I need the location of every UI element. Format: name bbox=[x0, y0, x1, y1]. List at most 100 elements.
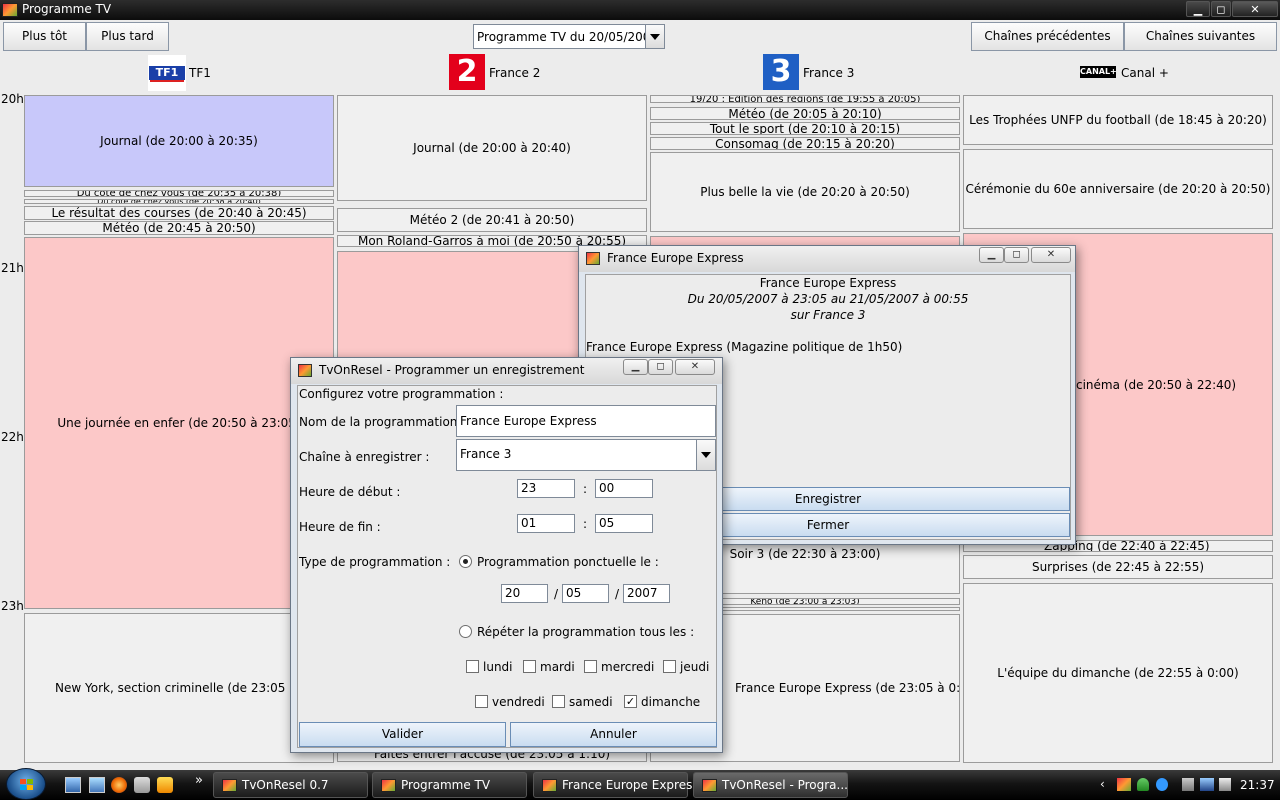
network-globe-icon[interactable] bbox=[1156, 778, 1168, 791]
start-minute-input[interactable]: 00 bbox=[595, 479, 653, 498]
minimize-button[interactable]: ▁ bbox=[979, 247, 1004, 263]
network-icon[interactable] bbox=[1200, 778, 1214, 791]
once-radio[interactable] bbox=[459, 555, 472, 568]
time-separator: : bbox=[583, 517, 588, 531]
minimize-button[interactable]: ▁ bbox=[1186, 1, 1210, 17]
app-icon bbox=[2, 3, 18, 17]
programme-cell[interactable]: Cérémonie du 60e anniversaire (de 20:20 … bbox=[963, 149, 1273, 229]
cancel-button[interactable]: Annuler bbox=[510, 722, 717, 747]
maximize-button[interactable]: ◻ bbox=[648, 359, 673, 375]
programme-cell[interactable]: Plus belle la vie (de 20:20 à 20:50) bbox=[650, 152, 960, 232]
programme-cell[interactable]: Météo (de 20:45 à 20:50) bbox=[24, 221, 334, 235]
validate-button[interactable]: Valider bbox=[299, 722, 506, 747]
mail-icon[interactable] bbox=[134, 777, 150, 793]
next-channels-button[interactable]: Chaînes suivantes bbox=[1124, 22, 1277, 51]
taskbar-item-label: Programme TV bbox=[401, 778, 491, 792]
quicklaunch-more-icon[interactable]: » bbox=[195, 773, 203, 788]
windows-logo-icon-part bbox=[27, 785, 33, 790]
taskbar-item[interactable]: TvOnResel 0.7 bbox=[213, 772, 368, 798]
tray-app-icon[interactable] bbox=[1117, 778, 1131, 791]
app-icon bbox=[702, 779, 717, 792]
tray-expand-icon[interactable]: ‹ bbox=[1100, 777, 1105, 791]
programme-cell[interactable]: Météo (de 20:05 à 20:10) bbox=[650, 107, 960, 120]
device-icon[interactable] bbox=[1182, 778, 1194, 791]
end-hour-input[interactable]: 01 bbox=[517, 514, 575, 533]
tuesday-label: mardi bbox=[540, 660, 575, 674]
programme-cell[interactable]: New York, section criminelle (de 23:05 à… bbox=[24, 613, 334, 763]
programme-cell[interactable]: Tout le sport (de 20:10 à 20:15) bbox=[650, 122, 960, 135]
close-button[interactable]: ✕ bbox=[1031, 247, 1071, 263]
chevron-down-icon[interactable] bbox=[645, 25, 664, 48]
window-title: Programme TV bbox=[22, 2, 112, 16]
channel-select-value: France 3 bbox=[460, 447, 512, 461]
maximize-button[interactable]: ◻ bbox=[1211, 1, 1231, 17]
programme-cell[interactable]: Journal (de 20:00 à 20:35) bbox=[24, 95, 334, 187]
programme-cell[interactable]: Du côté de chez vous (de 20:35 à 20:38) bbox=[24, 190, 334, 197]
wednesday-checkbox[interactable] bbox=[584, 660, 597, 673]
date-separator: / bbox=[615, 587, 620, 601]
minimize-button[interactable]: ▁ bbox=[623, 359, 648, 375]
thursday-checkbox[interactable] bbox=[663, 660, 676, 673]
app-icon bbox=[381, 779, 396, 792]
start-hour-input[interactable]: 23 bbox=[517, 479, 575, 498]
record-dialog: TvOnResel - Programmer un enregistrement… bbox=[290, 357, 723, 753]
firefox-icon[interactable] bbox=[111, 777, 127, 793]
france3-logo-icon: 3 bbox=[763, 54, 799, 90]
thursday-label: jeudi bbox=[680, 660, 710, 674]
info-description: France Europe Express (Magazine politiqu… bbox=[586, 340, 903, 354]
volume-icon[interactable] bbox=[1219, 778, 1231, 791]
programme-cell[interactable]: Une journée en enfer (de 20:50 à 23:05) bbox=[24, 237, 334, 609]
programme-name-input[interactable]: France Europe Express bbox=[456, 405, 716, 437]
close-button[interactable]: ✕ bbox=[675, 359, 715, 375]
clock[interactable]: 21:37 bbox=[1240, 778, 1275, 792]
close-button[interactable]: ✕ bbox=[1232, 1, 1278, 17]
taskbar-item[interactable]: TvOnResel - Progra... bbox=[693, 772, 848, 798]
sunday-checkbox[interactable]: ✓ bbox=[624, 695, 637, 708]
saturday-checkbox[interactable] bbox=[552, 695, 565, 708]
year-input[interactable]: 2007 bbox=[623, 584, 670, 603]
taskbar-item[interactable]: France Europe Express bbox=[533, 772, 699, 798]
repeat-label: Répéter la programmation tous les : bbox=[477, 625, 695, 639]
programme-cell[interactable]: Les Trophées UNFP du football (de 18:45 … bbox=[963, 95, 1273, 145]
channel-name-france2: France 2 bbox=[489, 66, 541, 80]
programme-cell[interactable]: Météo 2 (de 20:41 à 20:50) bbox=[337, 208, 647, 232]
repeat-radio[interactable] bbox=[459, 625, 472, 638]
start-button[interactable] bbox=[6, 768, 46, 800]
taskbar-item-label: TvOnResel - Progra... bbox=[722, 778, 848, 792]
later-button[interactable]: Plus tard bbox=[86, 22, 169, 51]
app-icon bbox=[222, 779, 237, 792]
earlier-button[interactable]: Plus tôt bbox=[3, 22, 86, 51]
previous-channels-button[interactable]: Chaînes précédentes bbox=[971, 22, 1124, 51]
programme-cell[interactable]: L'équipe du dimanche (de 22:55 à 0:00) bbox=[963, 583, 1273, 763]
programme-cell[interactable]: 19/20 : Edition des régions (de 19:55 à … bbox=[650, 95, 960, 103]
media-player-icon[interactable] bbox=[157, 777, 173, 793]
taskbar-item-label: TvOnResel 0.7 bbox=[242, 778, 329, 792]
day-input[interactable]: 20 bbox=[501, 584, 548, 603]
programme-cell[interactable]: Du côté de chez vous (de 20:38 à 20:40) bbox=[24, 199, 334, 204]
tf1-logo-icon: TF1 bbox=[148, 55, 186, 91]
show-desktop-icon[interactable] bbox=[65, 777, 81, 793]
date-selector[interactable]: Programme TV du 20/05/2007 bbox=[473, 24, 665, 49]
dialog-body: Configurez votre programmation : Nom de … bbox=[297, 385, 717, 748]
monday-checkbox[interactable] bbox=[466, 660, 479, 673]
maximize-button[interactable]: ◻ bbox=[1004, 247, 1029, 263]
tuesday-checkbox[interactable] bbox=[523, 660, 536, 673]
friday-label: vendredi bbox=[492, 695, 545, 709]
taskbar-item[interactable]: Programme TV bbox=[372, 772, 527, 798]
chevron-down-icon[interactable] bbox=[696, 440, 715, 470]
wednesday-label: mercredi bbox=[601, 660, 655, 674]
programme-cell[interactable]: Journal (de 20:00 à 20:40) bbox=[337, 95, 647, 201]
programme-cell[interactable]: Le résultat des courses (de 20:40 à 20:4… bbox=[24, 206, 334, 220]
channel-select[interactable]: France 3 bbox=[456, 439, 716, 471]
month-input[interactable]: 05 bbox=[562, 584, 609, 603]
tf1-logo-stripe bbox=[150, 80, 184, 82]
friday-checkbox[interactable] bbox=[475, 695, 488, 708]
switch-windows-icon[interactable] bbox=[89, 777, 105, 793]
programme-cell[interactable]: Surprises (de 22:45 à 22:55) bbox=[963, 555, 1273, 579]
hour-label: 20h bbox=[1, 92, 24, 106]
info-dates: Du 20/05/2007 à 23:05 au 21/05/2007 à 00… bbox=[687, 292, 969, 306]
programme-cell[interactable]: Consomag (de 20:15 à 20:20) bbox=[650, 137, 960, 150]
messenger-icon[interactable] bbox=[1137, 778, 1149, 791]
dialog-titlebar: France Europe Express ▁ ◻ ✕ bbox=[579, 246, 1075, 272]
end-minute-input[interactable]: 05 bbox=[595, 514, 653, 533]
